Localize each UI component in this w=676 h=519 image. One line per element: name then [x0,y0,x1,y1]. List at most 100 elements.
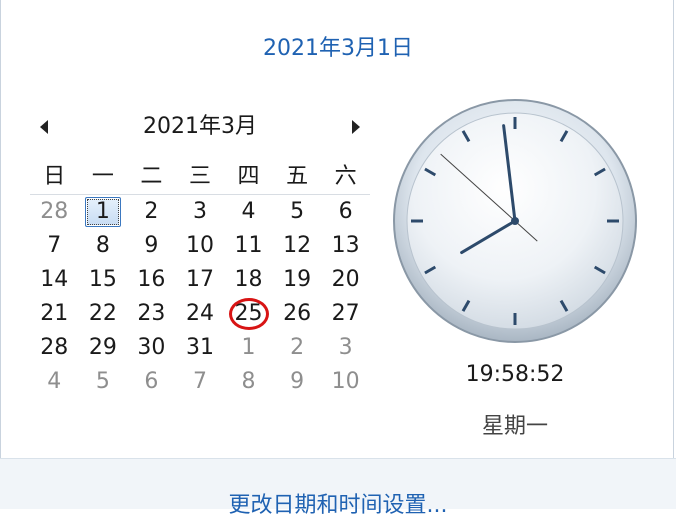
calendar-day[interactable]: 4 [30,365,79,399]
weekday-label: 四 [237,164,260,189]
calendar-day[interactable]: 21 [30,297,79,331]
calendar-day[interactable]: 10 [176,229,225,263]
calendar-day[interactable]: 13 [321,229,370,263]
calendar-day[interactable]: 30 [127,331,176,365]
calendar-day-number: 13 [331,233,360,258]
calendar-day[interactable]: 15 [79,263,128,297]
calendar-day-number: 21 [40,301,69,326]
calendar-day-number: 9 [290,369,305,394]
calendar-week-row: 28 29 30 31 1 2 3 [30,331,370,365]
calendar-day[interactable]: 9 [127,229,176,263]
calendar-day-number: 1 [95,199,110,224]
analog-clock [390,96,640,346]
calendar-day[interactable]: 22 [79,297,128,331]
calendar-day-number: 10 [331,369,360,394]
current-date-link[interactable]: 2021年3月1日 [0,30,676,62]
calendar-day[interactable]: 17 [176,263,225,297]
calendar-day[interactable]: 5 [273,195,322,229]
calendar-day[interactable]: 23 [127,297,176,331]
calendar-day-number: 2 [290,335,305,360]
calendar-day-number: 7 [47,233,62,258]
calendar-day[interactable]: 28 [30,331,79,365]
calendar-day-number: 24 [185,301,214,326]
calendar-day-number: 10 [185,233,214,258]
calendar-day[interactable]: 28 [30,195,79,229]
calendar-day-number: 7 [192,369,207,394]
calendar-day[interactable]: 6 [321,195,370,229]
calendar-day-number: 31 [185,335,214,360]
calendar-day[interactable]: 3 [176,195,225,229]
weekday-label: 日 [43,164,66,189]
calendar-day-number: 3 [338,335,353,360]
calendar-day[interactable]: 4 [224,195,273,229]
weekday-label: 三 [188,164,211,189]
calendar-day[interactable]: 8 [79,229,128,263]
calendar-day-number: 2 [144,199,159,224]
calendar-day[interactable]: 25 [224,297,273,331]
calendar-day[interactable]: 6 [127,365,176,399]
calendar-week-row: 21 22 23 24 25 26 27 [30,297,370,331]
calendar-day[interactable]: 20 [321,263,370,297]
calendar-day-number: 25 [234,301,263,326]
next-month-button[interactable] [342,112,370,142]
month-navigation: 2021年3月 [30,112,370,146]
calendar-day[interactable]: 10 [321,365,370,399]
triangle-right-icon [352,120,360,134]
calendar-day[interactable]: 1 [79,195,128,229]
calendar-day-number: 8 [241,369,256,394]
calendar-day-number: 5 [290,199,305,224]
calendar-day[interactable]: 7 [30,229,79,263]
calendar-day[interactable]: 14 [30,263,79,297]
calendar-day-number: 8 [95,233,110,258]
calendar-day[interactable]: 26 [273,297,322,331]
calendar-day-number: 23 [137,301,166,326]
weekday-label: 一 [91,164,114,189]
calendar-day-number: 20 [331,267,360,292]
weekday-label: 二 [140,164,163,189]
calendar-day-number: 16 [137,267,166,292]
calendar-day[interactable]: 1 [224,331,273,365]
calendar-weeks: 28 1 2 3 4 5 6 7 8 9 10 11 12 13 14 15 16 17 18 19 20 21 22 23 2… [30,195,370,399]
triangle-left-icon [40,120,48,134]
calendar-day[interactable]: 3 [321,331,370,365]
calendar-day[interactable]: 31 [176,331,225,365]
calendar-day[interactable]: 29 [79,331,128,365]
calendar-day-number: 3 [192,199,207,224]
change-date-time-settings-link[interactable]: 更改日期和时间设置... [0,487,676,519]
calendar-day[interactable]: 27 [321,297,370,331]
calendar-day-number: 14 [40,267,69,292]
calendar-day[interactable]: 8 [224,365,273,399]
clock-face-icon [393,99,637,343]
calendar-day[interactable]: 2 [273,331,322,365]
calendar-day[interactable]: 12 [273,229,322,263]
calendar-day-number: 4 [241,199,256,224]
calendar-week-row: 28 1 2 3 4 5 6 [30,195,370,229]
calendar-week-row: 14 15 16 17 18 19 20 [30,263,370,297]
calendar-day[interactable]: 19 [273,263,322,297]
calendar-day[interactable]: 7 [176,365,225,399]
calendar-day-number: 27 [331,301,360,326]
footer-bar: 更改日期和时间设置... [0,458,676,518]
calendar-day[interactable]: 24 [176,297,225,331]
calendar-day[interactable]: 18 [224,263,273,297]
calendar-day-number: 9 [144,233,159,258]
weekday-label: 六 [334,164,357,189]
calendar-day[interactable]: 16 [127,263,176,297]
calendar-day[interactable]: 11 [224,229,273,263]
calendar-day-number: 28 [40,335,69,360]
calendar-day[interactable]: 5 [79,365,128,399]
previous-month-button[interactable] [30,112,58,142]
calendar-day-number: 11 [234,233,263,258]
calendar-day-number: 12 [283,233,312,258]
calendar-day-number: 29 [88,335,117,360]
digital-time: 19:58:52 [465,362,565,387]
calendar-day-number: 17 [185,267,214,292]
calendar-day-number: 15 [88,267,117,292]
calendar-day-number: 30 [137,335,166,360]
calendar-day-number: 5 [95,369,110,394]
calendar-day[interactable]: 2 [127,195,176,229]
calendar-day[interactable]: 9 [273,365,322,399]
month-title[interactable]: 2021年3月 [70,112,330,142]
calendar-day-number: 28 [40,199,69,224]
calendar-day-number: 6 [338,199,353,224]
